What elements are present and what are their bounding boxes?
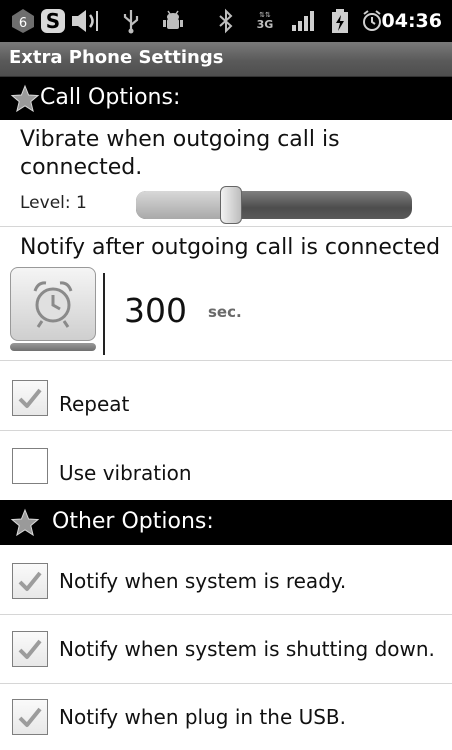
section-header-call-options: Call Options: <box>0 77 452 120</box>
repeat-option[interactable]: Repeat <box>0 361 452 429</box>
star-icon <box>10 508 40 537</box>
network-type-label: 3G <box>256 18 274 31</box>
s-app-letter: S <box>41 9 65 33</box>
checkmark-icon <box>18 388 42 408</box>
3g-data-icon: ⇅⇅ 3G <box>256 11 274 31</box>
signal-icon <box>290 7 318 35</box>
vibrate-setting: Vibrate when outgoing call is connected.… <box>0 121 452 225</box>
app-title-bar: Extra Phone Settings <box>0 42 452 77</box>
use-vibration-option[interactable]: Use vibration <box>0 431 452 499</box>
app-title: Extra Phone Settings <box>9 47 224 68</box>
checkmark-icon <box>18 571 42 591</box>
repeat-label: Repeat <box>59 392 130 416</box>
shutting-down-label: Notify when system is shutting down. <box>59 637 435 661</box>
plug-usb-checkbox[interactable] <box>12 699 48 735</box>
vibrate-level-label: Level: 1 <box>20 193 87 213</box>
system-ready-checkbox[interactable] <box>12 563 48 599</box>
slider-thumb[interactable] <box>220 186 242 224</box>
s-app-icon: S <box>40 7 66 35</box>
vibrate-label-line2: connected. <box>20 155 143 180</box>
system-ready-option[interactable]: Notify when system is ready. <box>0 546 452 614</box>
status-bar: 6 S ⇅⇅ 3G 04:36 <box>0 0 452 42</box>
clock-time: 04:36 <box>381 10 442 32</box>
shutting-down-checkbox[interactable] <box>12 631 48 667</box>
alarm-icon <box>361 7 383 35</box>
notification-count-text: 6 <box>19 16 27 31</box>
alarm-timer-button[interactable] <box>10 267 98 351</box>
notify-after-unit: sec. <box>208 303 242 321</box>
slider-fill <box>136 191 226 219</box>
notify-after-label: Notify after outgoing call is connected <box>20 235 441 260</box>
use-vibration-label: Use vibration <box>59 461 192 485</box>
section-title-call-options: Call Options: <box>40 85 181 110</box>
notify-after-value[interactable]: 300 <box>124 291 187 330</box>
section-title-other-options: Other Options: <box>52 509 214 534</box>
android-debug-icon <box>162 7 184 35</box>
volume-icon <box>70 7 100 35</box>
use-vibration-checkbox[interactable] <box>12 448 48 484</box>
alarm-clock-icon <box>33 281 73 328</box>
shutting-down-option[interactable]: Notify when system is shutting down. <box>0 615 452 683</box>
notification-count-icon: 6 <box>10 7 36 35</box>
checkmark-icon <box>18 707 42 727</box>
notify-after-setting: Notify after outgoing call is connected … <box>0 227 452 360</box>
battery-icon <box>330 7 350 35</box>
vibrate-level-slider[interactable] <box>136 186 412 224</box>
repeat-checkbox[interactable] <box>12 380 48 416</box>
vertical-separator <box>103 273 105 355</box>
checkmark-icon <box>18 639 42 659</box>
star-icon <box>10 84 40 113</box>
usb-icon <box>120 7 142 35</box>
bluetooth-icon <box>216 7 236 35</box>
plug-usb-label: Notify when plug in the USB. <box>59 705 347 729</box>
plug-usb-option[interactable]: Notify when plug in the USB. <box>0 684 452 750</box>
vibrate-label-line1: Vibrate when outgoing call is <box>20 127 340 152</box>
section-header-other-options: Other Options: <box>0 500 452 545</box>
timer-progress-bar <box>10 343 96 351</box>
system-ready-label: Notify when system is ready. <box>59 569 347 593</box>
